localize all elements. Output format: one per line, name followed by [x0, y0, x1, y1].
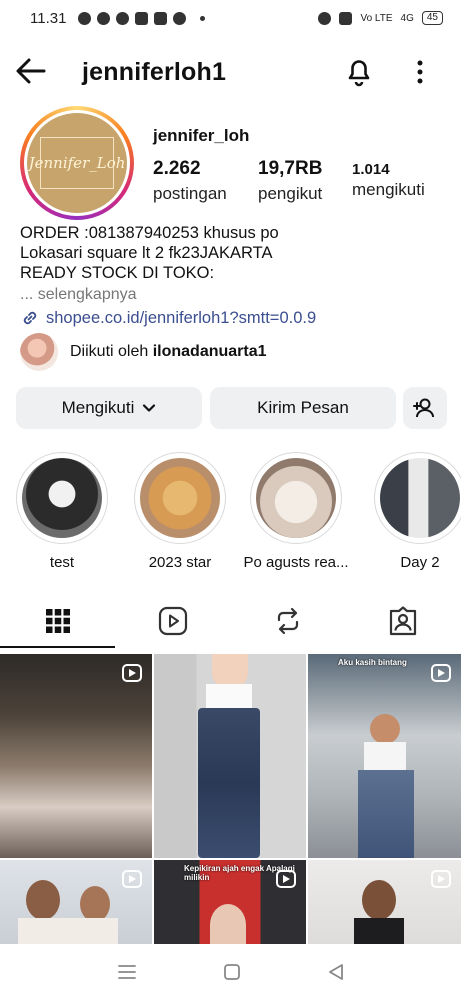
following-button-label: Mengikuti	[61, 398, 135, 417]
reel-icon	[276, 870, 296, 888]
highlight-po-agusts[interactable]: Po agusts rea...	[243, 452, 349, 571]
post-thumbnail[interactable]	[0, 654, 152, 858]
vibrate-icon	[339, 11, 353, 25]
highlight-test[interactable]: test	[14, 452, 110, 571]
see-more-link[interactable]: ... selengkapnya	[20, 286, 137, 304]
status-time: 11.31	[30, 9, 67, 27]
tab-tagged[interactable]	[346, 594, 461, 648]
post-thumbnail[interactable]	[154, 654, 306, 858]
message-button[interactable]: Kirim Pesan	[210, 387, 396, 429]
following-label: mengikuti	[352, 180, 425, 199]
post-thumbnail[interactable]	[0, 860, 152, 946]
notification-dot-icon	[200, 15, 206, 21]
bio-line: ORDER :081387940253 khusus po	[20, 224, 279, 242]
highlight-cover	[256, 458, 336, 538]
reel-icon	[431, 870, 451, 888]
signal-label: 4G	[400, 12, 414, 24]
posts-stat[interactable]: 2.262 postingan	[153, 158, 227, 204]
alarm-icon	[318, 11, 332, 25]
battery-indicator: 45	[421, 11, 443, 25]
highlight-cover	[140, 458, 220, 538]
post-caption: Aku kasih bintang	[338, 658, 407, 667]
mutual-follower-avatar	[20, 333, 58, 371]
tab-reels[interactable]	[115, 594, 230, 648]
posts-count: 2.262	[153, 158, 201, 179]
display-name: jennifer_loh	[153, 126, 250, 145]
link-icon	[23, 311, 37, 325]
system-navigation-bar	[0, 944, 461, 1000]
notifications-button[interactable]	[342, 54, 376, 88]
home-icon[interactable]	[223, 963, 241, 981]
shopping-bag-icon	[135, 11, 149, 25]
page-title: jenniferloh1	[82, 58, 227, 86]
repost-icon	[278, 607, 299, 635]
highlight-cover	[22, 458, 102, 538]
followed-by-name: ilonadanuarta1	[152, 343, 267, 360]
recent-apps-icon[interactable]	[117, 963, 137, 981]
play-icon	[173, 11, 187, 25]
profile-tabs	[0, 594, 461, 648]
highlight-cover	[380, 458, 460, 538]
tab-reposts[interactable]	[231, 594, 346, 648]
highlight-label: Day 2	[400, 554, 440, 571]
facebook-icon	[97, 11, 111, 25]
following-button[interactable]: Mengikuti	[16, 387, 202, 429]
bell-icon	[348, 60, 370, 87]
post-thumbnail[interactable]: Aku kasih bintang	[308, 654, 461, 858]
add-person-icon	[413, 398, 434, 418]
highlight-label: 2023 star	[148, 554, 212, 571]
suggest-accounts-button[interactable]	[403, 387, 447, 429]
reels-icon	[158, 606, 187, 636]
highlight-label: test	[49, 554, 75, 571]
followed-by-prefix: Diikuti oleh	[70, 343, 153, 360]
bio-line: READY STOCK DI TOKO:	[20, 264, 215, 282]
tiktok-icon	[154, 11, 168, 25]
tagged-icon	[390, 606, 417, 636]
post-thumbnail[interactable]	[308, 860, 461, 946]
reel-icon	[122, 870, 142, 888]
more-options-button[interactable]	[408, 56, 432, 88]
following-stat[interactable]: 1.014 mengikuti	[352, 158, 425, 200]
following-count: 1.014	[352, 161, 390, 178]
whatsapp-icon	[78, 11, 92, 25]
message-button-label: Kirim Pesan	[257, 398, 349, 417]
back-button[interactable]	[14, 56, 48, 86]
profile-avatar[interactable]: Jennifer_Loh	[20, 106, 134, 220]
facebook-icon-2	[116, 11, 130, 25]
highlight-label: Po agusts rea...	[243, 554, 349, 571]
arrow-left-icon	[16, 58, 46, 84]
followers-stat[interactable]: 19,7RB pengikut	[258, 158, 322, 204]
followed-by-row[interactable]: Diikuti oleh ilonadanuarta1	[20, 333, 267, 371]
reel-icon	[122, 664, 142, 682]
profile-link-text: shopee.co.id/jenniferloh1?smtt=0.0.9	[46, 308, 317, 327]
status-bar: 11.31 Vo LTE 4G 45	[0, 0, 461, 36]
tab-posts[interactable]	[0, 594, 116, 648]
avatar-image: Jennifer_Loh	[27, 113, 127, 213]
post-thumbnail[interactable]: Kepikiran ajah engak Apalagi milikin	[154, 860, 306, 946]
profile-bio: ORDER :081387940253 khusus po Lokasari s…	[20, 223, 440, 283]
chevron-down-icon	[143, 404, 156, 412]
profile-link[interactable]: shopee.co.id/jenniferloh1?smtt=0.0.9	[20, 308, 316, 328]
more-vertical-icon	[417, 60, 423, 84]
highlight-2023-star[interactable]: 2023 star	[132, 452, 228, 571]
reel-icon	[431, 664, 451, 682]
followers-label: pengikut	[258, 184, 323, 203]
posts-label: postingan	[153, 184, 227, 203]
avatar-logo-text: Jennifer_Loh	[28, 154, 126, 172]
followers-count: 19,7RB	[258, 158, 323, 179]
posts-grid: Aku kasih bintang Kepikiran ajah engak A…	[0, 654, 461, 946]
highlight-day-2[interactable]: Day 2	[372, 452, 461, 571]
network-label: Vo LTE	[360, 12, 393, 24]
followed-by-text: Diikuti oleh ilonadanuarta1	[70, 343, 267, 361]
back-nav-icon[interactable]	[327, 963, 345, 981]
grid-icon	[45, 609, 70, 633]
bio-line: Lokasari square lt 2 fk23JAKARTA	[20, 244, 273, 262]
profile-header: jenniferloh1	[0, 48, 461, 96]
